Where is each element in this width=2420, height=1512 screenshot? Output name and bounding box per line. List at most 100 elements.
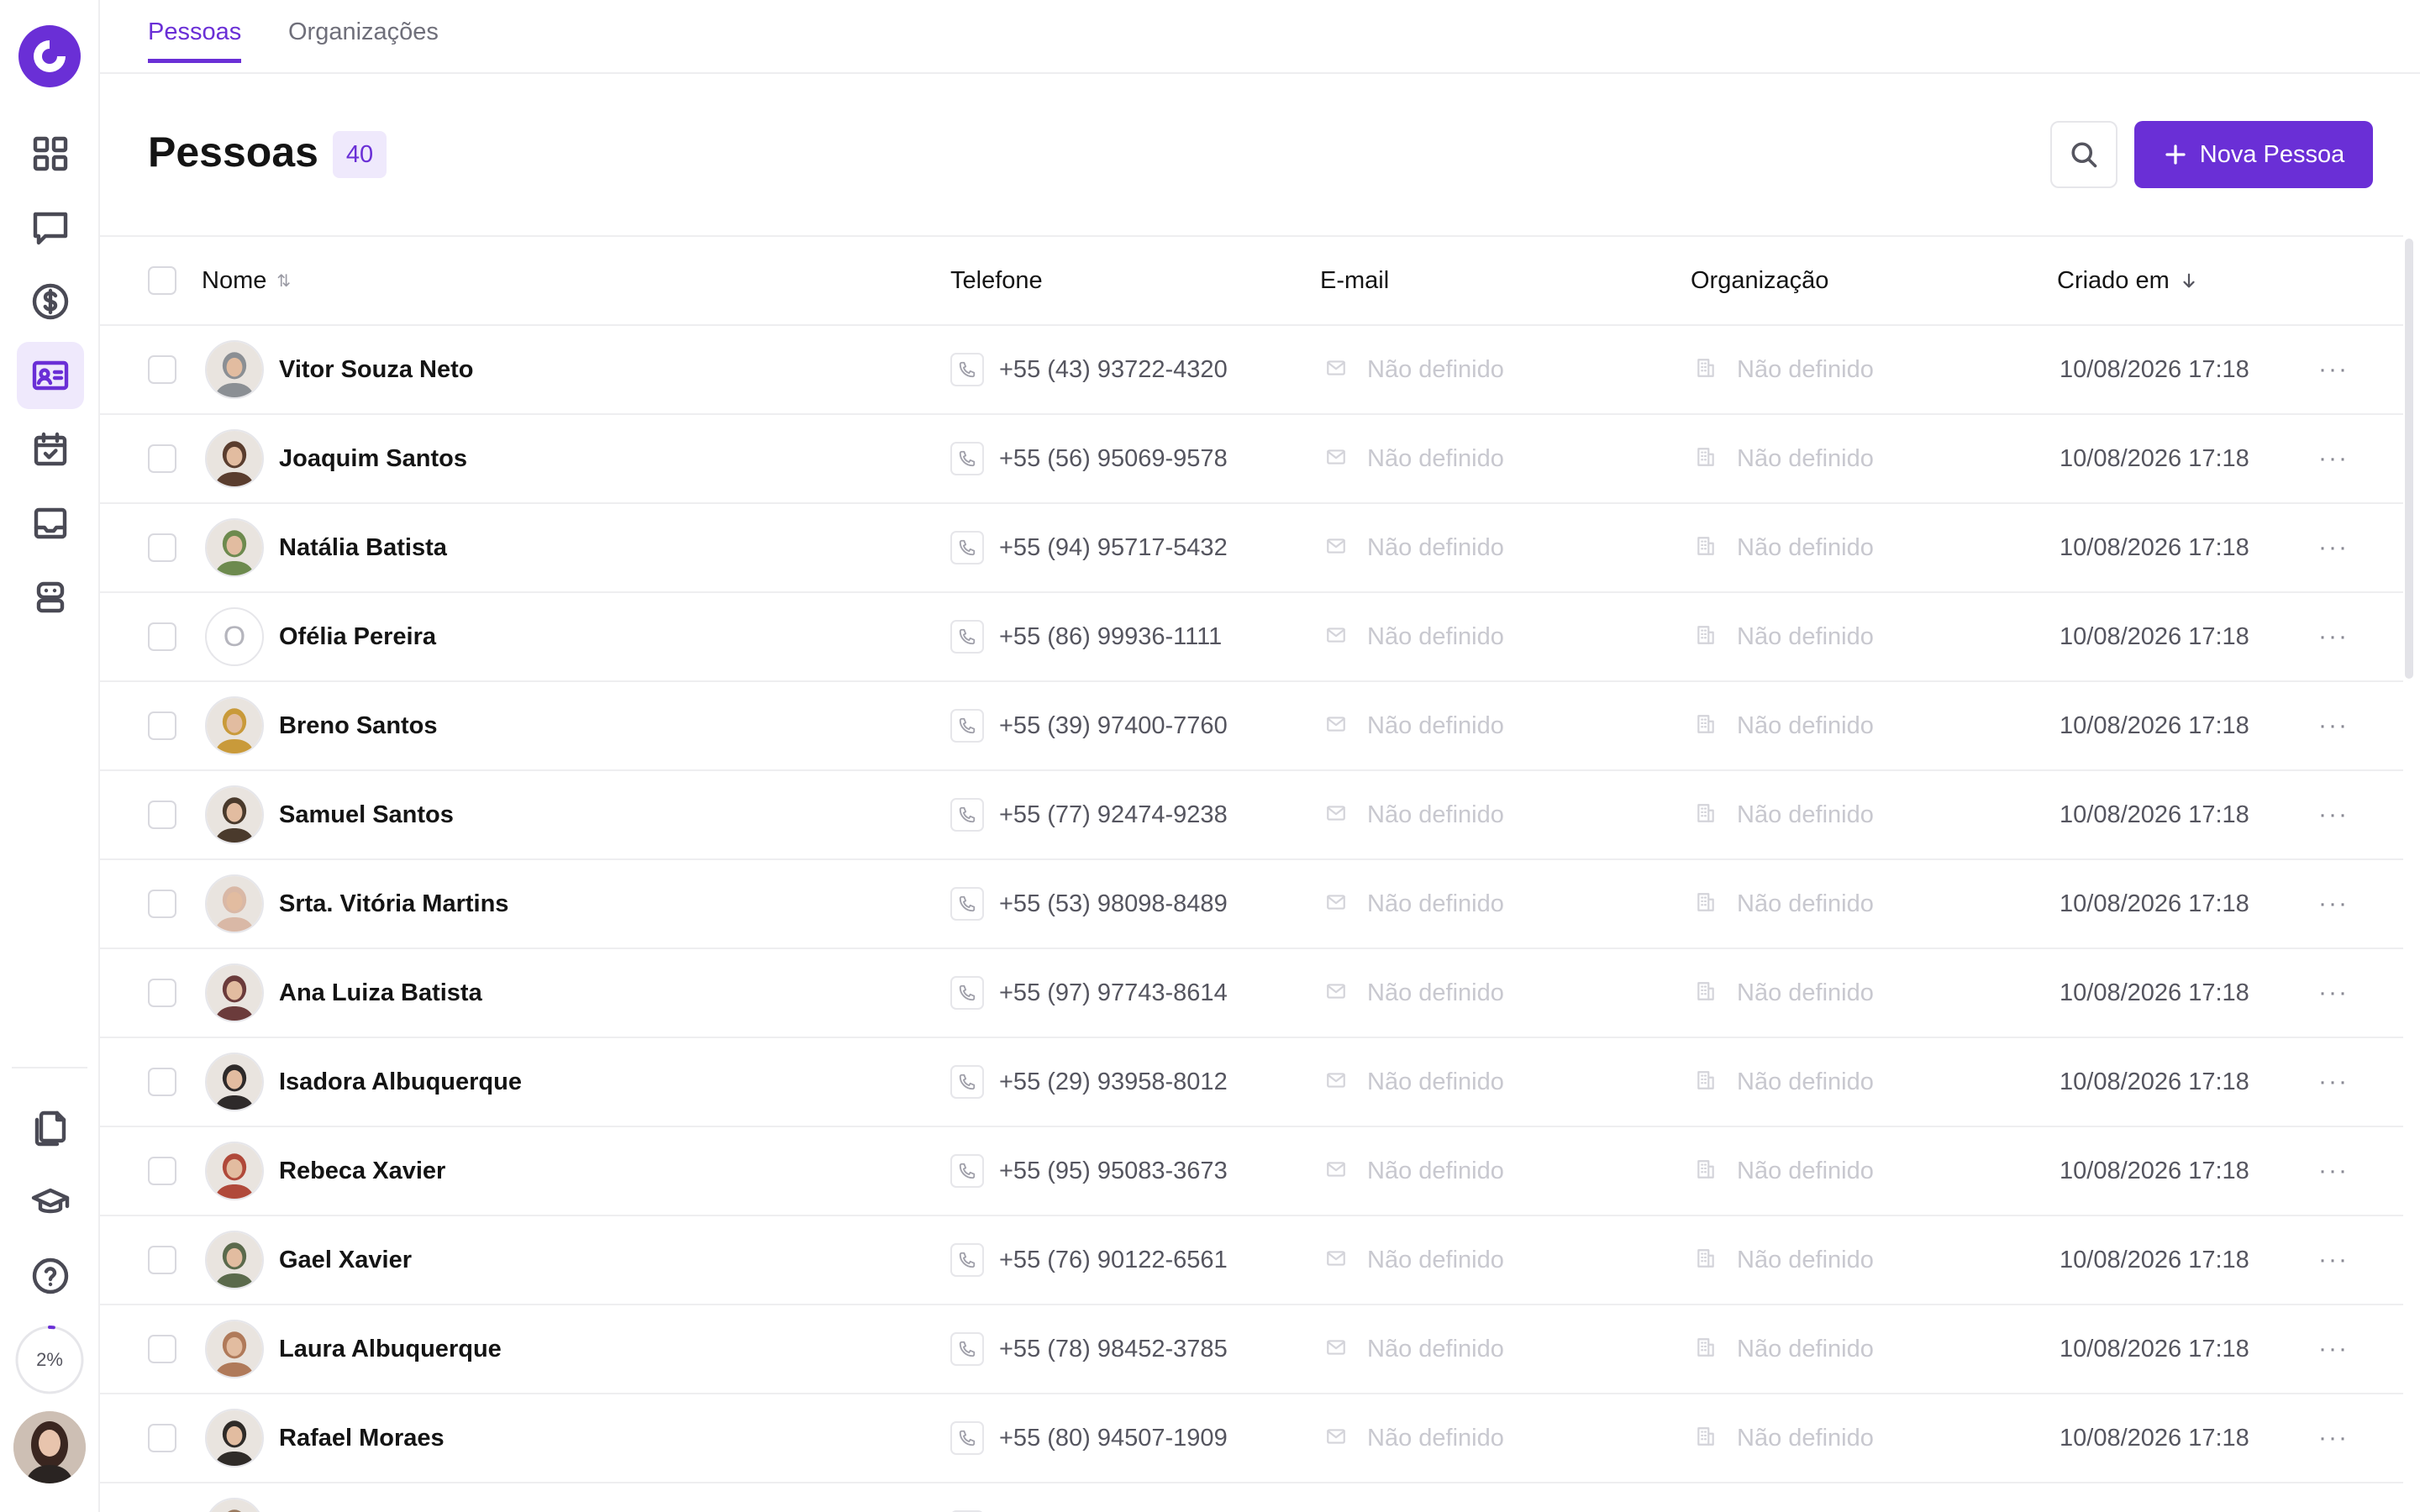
created-date: 10/08/2026 17:18 <box>2060 1157 2249 1184</box>
nav-deals[interactable] <box>17 268 84 335</box>
onboarding-progress[interactable]: 2% <box>13 1324 86 1396</box>
more-options-icon[interactable]: ··· <box>2318 1424 2349 1452</box>
people-table: Nome ⇅ Telefone E-mail Organização Criad… <box>100 235 2403 1512</box>
row-checkbox[interactable] <box>148 890 176 918</box>
table-row[interactable]: Isadora Albuquerque +55 (29) 93958-8012 … <box>100 1038 2403 1127</box>
more-options-icon[interactable]: ··· <box>2318 1246 2349 1274</box>
row-checkbox[interactable] <box>148 1424 176 1452</box>
user-avatar[interactable] <box>13 1411 86 1483</box>
organization-value: Não definido <box>1737 979 1874 1006</box>
table-row[interactable]: Bryan Albuquerque Jr. +55 (26) 98692-990… <box>100 1483 2403 1512</box>
more-options-icon[interactable]: ··· <box>2318 622 2349 651</box>
row-checkbox[interactable] <box>148 1246 176 1274</box>
person-name[interactable]: Rebeca Xavier <box>279 1158 445 1185</box>
more-options-icon[interactable]: ··· <box>2318 711 2349 740</box>
more-options-icon[interactable]: ··· <box>2318 1157 2349 1185</box>
more-options-icon[interactable]: ··· <box>2318 890 2349 918</box>
row-checkbox[interactable] <box>148 801 176 829</box>
more-options-icon[interactable]: ··· <box>2318 801 2349 829</box>
nav-conversations[interactable] <box>17 194 84 261</box>
avatar <box>205 1320 264 1378</box>
phone-icon-box[interactable] <box>950 1243 984 1277</box>
column-header-phone[interactable]: Telefone <box>950 237 1043 324</box>
person-name[interactable]: Vitor Souza Neto <box>279 356 474 384</box>
table-row[interactable]: Samuel Santos +55 (77) 92474-9238 Não de… <box>100 771 2403 860</box>
column-header-created[interactable]: Criado em <box>2057 237 2198 324</box>
phone-icon-box[interactable] <box>950 798 984 832</box>
row-checkbox[interactable] <box>148 1157 176 1185</box>
table-row[interactable]: O Ofélia Pereira +55 (86) 99936-1111 Não… <box>100 593 2403 682</box>
more-options-icon[interactable]: ··· <box>2318 355 2349 384</box>
row-checkbox[interactable] <box>148 355 176 384</box>
nav-inbox[interactable] <box>17 490 84 557</box>
tab-organizacoes[interactable]: Organizações <box>288 18 439 63</box>
more-options-icon[interactable]: ··· <box>2318 444 2349 473</box>
phone-icon-box[interactable] <box>950 976 984 1010</box>
person-name[interactable]: Isadora Albuquerque <box>279 1068 522 1096</box>
table-row[interactable]: Joaquim Santos +55 (56) 95069-9578 Não d… <box>100 415 2403 504</box>
table-row[interactable]: Rebeca Xavier +55 (95) 95083-3673 Não de… <box>100 1127 2403 1216</box>
person-name[interactable]: Ofélia Pereira <box>279 623 436 651</box>
row-checkbox[interactable] <box>148 444 176 473</box>
row-checkbox[interactable] <box>148 711 176 740</box>
column-header-organization[interactable]: Organização <box>1691 237 1828 324</box>
nav-dashboard[interactable] <box>17 120 84 187</box>
more-options-icon[interactable]: ··· <box>2318 533 2349 562</box>
nav-automation[interactable] <box>17 564 84 631</box>
phone-icon-box[interactable] <box>950 531 984 564</box>
tab-pessoas[interactable]: Pessoas <box>148 18 242 63</box>
phone-icon-box[interactable] <box>950 887 984 921</box>
nav-academy[interactable] <box>17 1168 84 1236</box>
search-button[interactable] <box>2050 121 2118 188</box>
phone-number: +55 (78) 98452-3785 <box>999 1335 1228 1362</box>
person-name[interactable]: Samuel Santos <box>279 801 454 829</box>
row-checkbox[interactable] <box>148 1068 176 1096</box>
table-row[interactable]: Vitor Souza Neto +55 (43) 93722-4320 Não… <box>100 326 2403 415</box>
row-checkbox[interactable] <box>148 622 176 651</box>
table-row[interactable]: Ana Luiza Batista +55 (97) 97743-8614 Nã… <box>100 949 2403 1038</box>
table-row[interactable]: Natália Batista +55 (94) 95717-5432 Não … <box>100 504 2403 593</box>
created-date: 10/08/2026 17:18 <box>2060 533 2249 561</box>
phone-icon-box[interactable] <box>950 442 984 475</box>
nav-contacts[interactable] <box>17 342 84 409</box>
person-name[interactable]: Ana Luiza Batista <box>279 979 482 1007</box>
phone-icon-box[interactable] <box>950 1332 984 1366</box>
more-options-icon[interactable]: ··· <box>2318 979 2349 1007</box>
more-options-icon[interactable]: ··· <box>2318 1068 2349 1096</box>
phone-icon-box[interactable] <box>950 1154 984 1188</box>
select-all-checkbox[interactable] <box>148 266 176 295</box>
column-header-name[interactable]: Nome ⇅ <box>202 237 291 324</box>
new-person-button[interactable]: Nova Pessoa <box>2134 121 2373 188</box>
table-row[interactable]: Rafael Moraes +55 (80) 94507-1909 Não de… <box>100 1394 2403 1483</box>
mail-icon <box>1327 627 1345 643</box>
person-name[interactable]: Srta. Vitória Martins <box>279 890 508 918</box>
table-scrollbar[interactable] <box>2405 239 2413 679</box>
phone-icon-box[interactable] <box>950 620 984 654</box>
person-name[interactable]: Joaquim Santos <box>279 445 467 473</box>
more-options-icon[interactable]: ··· <box>2318 1335 2349 1363</box>
nav-help[interactable] <box>17 1242 84 1310</box>
table-row[interactable]: Srta. Vitória Martins +55 (53) 98098-848… <box>100 860 2403 949</box>
nav-tasks[interactable] <box>17 416 84 483</box>
nav-documents[interactable] <box>17 1095 84 1162</box>
column-header-email[interactable]: E-mail <box>1320 237 1389 324</box>
phone-icon-box[interactable] <box>950 1421 984 1455</box>
row-checkbox[interactable] <box>148 1335 176 1363</box>
row-checkbox[interactable] <box>148 979 176 1007</box>
phone-icon-box[interactable] <box>950 353 984 386</box>
avatar <box>205 1409 264 1467</box>
person-name[interactable]: Breno Santos <box>279 712 438 740</box>
phone-icon-box[interactable] <box>950 1065 984 1099</box>
person-name[interactable]: Gael Xavier <box>279 1247 412 1274</box>
person-name[interactable]: Rafael Moraes <box>279 1425 445 1452</box>
avatar <box>205 696 264 755</box>
building-icon <box>1697 625 1714 644</box>
person-name[interactable]: Natália Batista <box>279 534 447 562</box>
row-checkbox[interactable] <box>148 533 176 562</box>
person-name[interactable]: Laura Albuquerque <box>279 1336 502 1363</box>
table-row[interactable]: Laura Albuquerque +55 (78) 98452-3785 Nã… <box>100 1305 2403 1394</box>
phone-icon-box[interactable] <box>950 709 984 743</box>
app-logo[interactable] <box>18 25 81 87</box>
table-row[interactable]: Breno Santos +55 (39) 97400-7760 Não def… <box>100 682 2403 771</box>
table-row[interactable]: Gael Xavier +55 (76) 90122-6561 Não defi… <box>100 1216 2403 1305</box>
